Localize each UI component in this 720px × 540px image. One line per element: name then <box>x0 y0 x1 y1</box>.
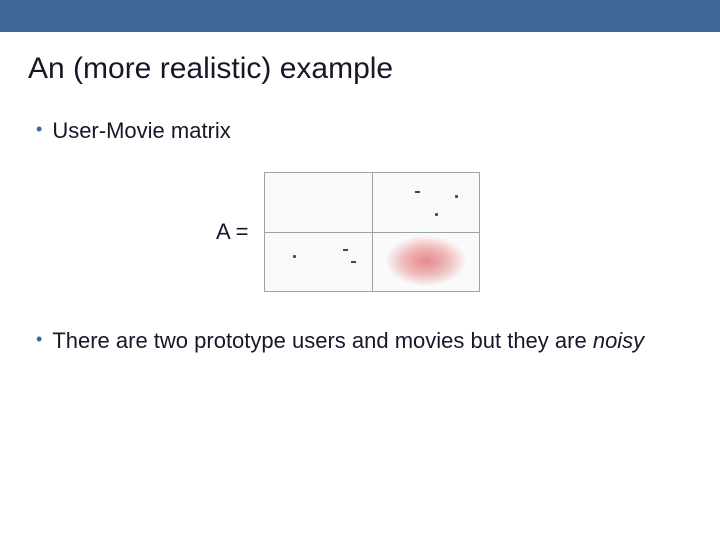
bullet-dot-icon: • <box>36 116 42 142</box>
noise-speck <box>351 261 356 263</box>
slide-title: An (more realistic) example <box>28 52 720 86</box>
noise-speck <box>435 213 438 216</box>
bullet-item: • User-Movie matrix <box>36 116 720 146</box>
bullet-dot-icon: • <box>36 326 42 352</box>
bullet-text: There are two prototype users and movies… <box>52 326 652 356</box>
noise-speck <box>415 191 420 193</box>
bullet-item: • There are two prototype users and movi… <box>36 326 720 356</box>
bullet-text-part: There are two prototype users and movies… <box>52 328 593 353</box>
header-color-bar <box>0 0 720 32</box>
bullet-list: • User-Movie matrix A = • There are two … <box>36 116 720 355</box>
matrix-diagram <box>264 172 480 292</box>
noise-speck <box>343 249 348 251</box>
noise-speck <box>293 255 296 258</box>
noise-speck <box>455 195 458 198</box>
matrix-label: A = <box>216 217 248 247</box>
emphasis-noisy: noisy <box>593 328 644 353</box>
noise-blob <box>372 232 479 291</box>
matrix-row: A = <box>216 172 720 292</box>
bullet-text: User-Movie matrix <box>52 116 652 146</box>
